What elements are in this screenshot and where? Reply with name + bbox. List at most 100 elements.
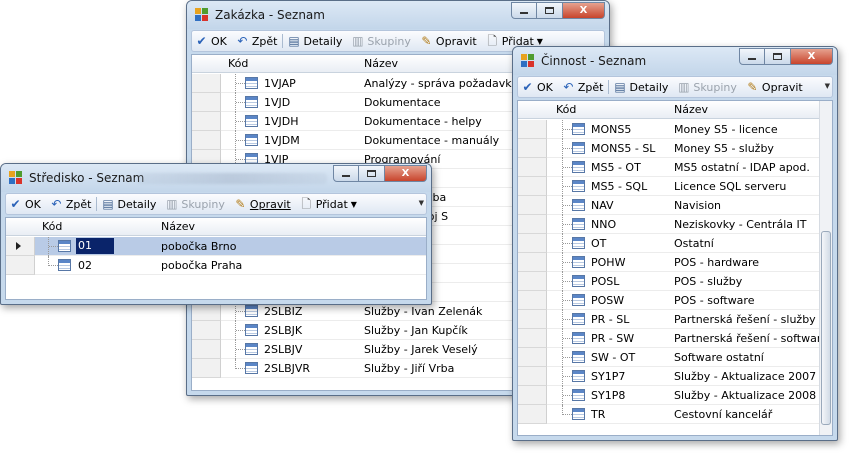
scrollbar-thumb[interactable] [821,231,831,425]
groups-button[interactable]: ▥ Skupiny [351,34,411,48]
back-button[interactable]: ↶ Zpět [236,34,277,48]
add-button[interactable]: 🗋 Přidat ▼ [300,197,357,211]
undo-arrow-icon: ↶ [563,79,574,94]
table-record-icon [572,237,585,249]
groups-button[interactable]: ▥ Skupiny [677,80,737,94]
row-indicator[interactable] [6,256,35,275]
tree-connector [562,158,572,177]
maximize-icon[interactable] [537,2,563,19]
cell-name: Money S5 - licence [674,123,778,136]
vertical-scrollbar[interactable] [819,101,832,435]
table-record-icon [245,305,258,317]
row-indicator[interactable] [518,329,547,348]
column-header-code[interactable]: Kód [228,57,248,70]
groups-label: Skupiny [693,80,737,94]
row-indicator[interactable] [6,237,35,256]
row-indicator[interactable] [192,340,221,359]
minimize-icon[interactable] [739,48,765,65]
row-indicator[interactable] [192,321,221,340]
table-row[interactable]: 02 pobočka Praha [6,256,426,275]
stredisko-grid[interactable]: Kód Název 01 pobočka Brno 02 pobočka Praha [5,217,427,300]
close-icon[interactable]: X [385,165,427,182]
table-row[interactable]: TR Cestovní kancelář [518,405,832,424]
table-record-icon [572,161,585,173]
tree-connector [562,196,572,215]
table-row[interactable]: OT Ostatní [518,234,832,253]
row-indicator[interactable] [518,253,547,272]
row-indicator[interactable] [518,177,547,196]
row-indicator[interactable] [192,359,221,378]
row-indicator[interactable] [518,405,547,424]
cell-code: SY1P7 [591,370,626,383]
row-indicator[interactable] [192,93,221,112]
row-indicator[interactable] [518,367,547,386]
edit-button[interactable]: ✎ Opravit [746,80,802,94]
column-header-name[interactable]: Název [674,103,708,116]
table-row[interactable]: SY1P7 Služby - Aktualizace 2007 [518,367,832,386]
minimize-icon[interactable] [511,2,537,19]
table-row[interactable]: 01 pobočka Brno [6,237,426,256]
row-indicator[interactable] [192,74,221,93]
details-button[interactable]: ▤ Detaily [287,34,342,48]
table-row[interactable]: MS5 - OT MS5 ostatní - IDAP apod. [518,158,832,177]
table-row[interactable]: POSW POS - software [518,291,832,310]
table-row[interactable]: SW - OT Software ostatní [518,348,832,367]
column-header-name[interactable]: Název [364,57,398,70]
edit-button[interactable]: ✎ Opravit [420,34,476,48]
close-icon[interactable]: X [791,48,833,65]
stredisko-titlebar[interactable]: Středisko - Seznam X [1,164,431,192]
row-indicator[interactable] [192,131,221,150]
row-indicator[interactable] [518,291,547,310]
edit-button[interactable]: ✎ Opravit [234,197,290,211]
table-row[interactable]: NAV Navision [518,196,832,215]
row-indicator[interactable] [518,215,547,234]
cinnost-grid[interactable]: Kód Název MONS5 Money S5 - licence MONS5 -… [517,100,833,436]
tree-connector [562,291,572,310]
cell-code: SW - OT [591,351,636,364]
row-indicator[interactable] [518,234,547,253]
table-row[interactable]: POHW POS - hardware [518,253,832,272]
maximize-icon[interactable] [359,165,385,182]
column-header-code[interactable]: Kód [42,220,62,233]
ok-button[interactable]: ✔ OK [9,197,40,211]
cell-code: MS5 - SQL [591,180,648,193]
cell-name: Neziskovky - Centrála IT [674,218,807,231]
maximize-icon[interactable] [765,48,791,65]
cell-name: Navision [674,199,722,212]
row-indicator[interactable] [518,386,547,405]
table-row[interactable]: MONS5 - SL Money S5 - služby [518,139,832,158]
details-button[interactable]: ▤ Detaily [613,80,668,94]
table-record-icon [572,408,585,420]
row-indicator[interactable] [518,120,547,139]
row-indicator[interactable] [518,272,547,291]
table-row[interactable]: MS5 - SQL Licence SQL serveru [518,177,832,196]
ok-button[interactable]: ✔ OK [521,80,552,94]
row-indicator[interactable] [518,139,547,158]
table-row[interactable]: NNO Neziskovky - Centrála IT [518,215,832,234]
table-row[interactable]: SY1P8 Služby - Aktualizace 2008 [518,386,832,405]
back-button[interactable]: ↶ Zpět [50,197,91,211]
row-indicator[interactable] [518,348,547,367]
back-button[interactable]: ↶ Zpět [562,79,603,94]
minimize-icon[interactable] [333,165,359,182]
row-indicator[interactable] [192,112,221,131]
row-indicator[interactable] [518,196,547,215]
groups-button[interactable]: ▥ Skupiny [165,197,225,211]
table-row[interactable]: MONS5 Money S5 - licence [518,120,832,139]
details-button[interactable]: ▤ Detaily [101,197,156,211]
tree-connector [235,93,245,112]
table-row[interactable]: PR - SW Partnerská řešení - software [518,329,832,348]
cell-code: MS5 - OT [591,161,641,174]
column-header-code[interactable]: Kód [556,103,576,116]
zakazka-titlebar[interactable]: Zakázka - Seznam X [187,1,609,29]
row-indicator[interactable] [518,158,547,177]
toolbar-overflow-icon[interactable]: ▼ [419,199,424,207]
close-icon[interactable]: X [563,2,605,19]
row-indicator[interactable] [518,310,547,329]
toolbar-overflow-icon[interactable]: ▼ [825,82,830,90]
ok-button[interactable]: ✔ OK [195,34,226,48]
column-header-name[interactable]: Název [161,220,195,233]
table-row[interactable]: PR - SL Partnerská řešení - služby [518,310,832,329]
table-row[interactable]: POSL POS - služby [518,272,832,291]
cinnost-titlebar[interactable]: Činnost - Seznam X [513,47,837,75]
